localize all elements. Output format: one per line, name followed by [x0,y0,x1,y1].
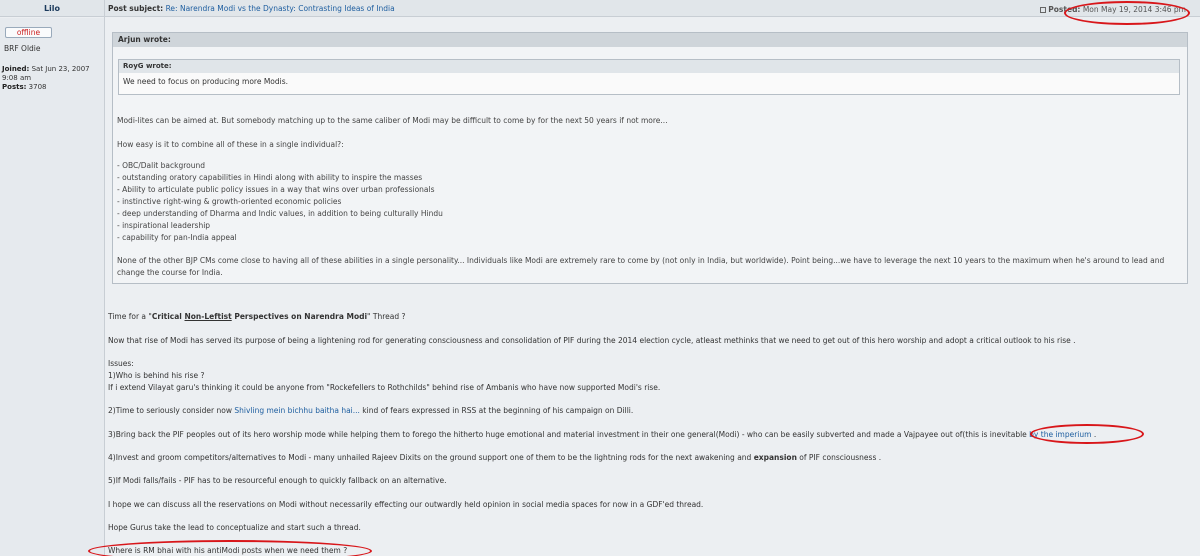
issue-2: 2)Time to seriously consider now Shivlin… [108,406,633,415]
inner-quote: RoyG wrote: We need to focus on producin… [118,59,1180,95]
annotation-ellipse-imperium [1030,424,1144,444]
joined-time: 9:08 am [2,74,32,82]
post-author[interactable]: Lilo [0,0,104,17]
issue-4-suffix: of PIF consciousness . [796,453,882,462]
quote-list-item: - deep understanding of Dharma and Indic… [117,209,443,218]
outer-quote: Arjun wrote: RoyG wrote: We need to focu… [112,32,1188,284]
quote-list-item: - outstanding oratory capabilities in Hi… [117,173,423,182]
post-header: Lilo Post subject: Re: Narendra Modi vs … [0,0,1200,17]
issue-2-suffix: kind of fears expressed in RSS at the be… [359,406,634,415]
joined-value: Sat Jun 23, 2007 [31,65,90,73]
quote-list-item: - instinctive right-wing & growth-orient… [117,197,342,206]
title-nonleftist: Non-Leftist [184,312,232,321]
hope-paragraph-2: Hope Gurus take the lead to conceptualiz… [108,523,361,532]
outer-quote-header: Arjun wrote: [113,33,1187,47]
issues-label: Issues: [108,359,134,368]
inner-quote-header: RoyG wrote: [119,60,1179,73]
issue-4-bold: expansion [753,453,797,462]
author-rank: BRF Oldie [4,44,41,53]
hope-paragraph-1: I hope we can discuss all the reservatio… [108,500,704,509]
title-suffix: " Thread ? [367,312,406,321]
quote-paragraph-3: None of the other BJP CMs come close to … [117,256,1165,265]
issue-2-prefix: 2)Time to seriously consider now [108,406,235,415]
posts-value: 3708 [28,83,47,91]
quote-paragraph-1: Modi-lites can be aimed at. But somebody… [117,116,668,125]
issue-1-text: If i extend Vilayat garu's thinking it c… [108,383,661,392]
offline-status-button[interactable]: offline [5,27,52,38]
annotation-ellipse-posted [1064,1,1190,25]
column-divider [104,0,105,556]
author-profile: offline BRF Oldie Joined: Sat Jun 23, 20… [0,18,104,556]
subject-label: Post subject: [108,4,164,13]
author-stats: Joined: Sat Jun 23, 2007 9:08 am Posts: … [2,65,102,92]
issue-5: 5)If Modi falls/fails - PIF has to be re… [108,476,447,485]
title-rest: Perspectives on Narendra Modi [231,312,368,321]
post-thread-title: Time for a "Critical Non-Leftist Perspec… [108,312,405,321]
issue-3-text: 3)Bring back the PIF peoples out of its … [108,430,1027,439]
issue-1-question: 1)Who is behind his rise ? [108,371,205,380]
title-critical: Critical [151,312,185,321]
quote-list-item: - capability for pan-India appeal [117,233,237,242]
issue-3: 3)Bring back the PIF peoples out of its … [108,430,1096,439]
issue-4-prefix: 4)Invest and groom competitors/alternati… [108,453,754,462]
joined-label: Joined: [2,65,30,73]
quote-list-item: - inspirational leadership [117,221,211,230]
post-permalink-icon[interactable] [1040,7,1047,13]
quote-list-item: - Ability to articulate public policy is… [117,185,435,194]
quote-paragraph-2: How easy is it to combine all of these i… [117,140,344,149]
inner-quote-text: We need to focus on producing more Modis… [123,77,289,86]
post-paragraph: Now that rise of Modi has served its pur… [108,336,1076,345]
posts-label: Posts: [2,83,27,91]
post-subject: Post subject: Re: Narendra Modi vs the D… [108,4,395,13]
shivling-link[interactable]: Shivling mein bichhu baitha hai... [234,406,360,415]
annotation-ellipse-closing [88,540,372,556]
issue-4: 4)Invest and groom competitors/alternati… [108,453,881,462]
title-prefix: Time for a " [108,312,152,321]
subject-link[interactable]: Re: Narendra Modi vs the Dynasty: Contra… [166,4,395,13]
quote-paragraph-3-cont: change the course for India. [117,268,223,277]
quote-list-item: - OBC/Dalit background [117,161,205,170]
